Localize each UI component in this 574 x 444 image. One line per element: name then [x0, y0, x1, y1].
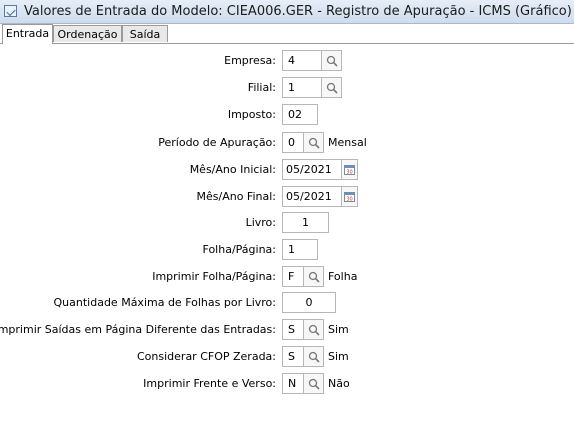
- folha-input[interactable]: 1: [282, 239, 318, 260]
- qtd-max-label: Quantidade Máxima de Folhas por Livro:: [53, 296, 276, 309]
- cfop-zerada-description: Sim: [328, 350, 349, 363]
- row-mes-final: Mês/Ano Final: 05/2021 30: [0, 186, 574, 208]
- search-icon: [308, 378, 320, 390]
- search-icon: [308, 137, 320, 149]
- row-qtd-max: Quantidade Máxima de Folhas por Livro: 0: [0, 292, 574, 314]
- imprimir-folha-input[interactable]: F: [282, 266, 304, 287]
- search-icon: [308, 324, 320, 336]
- row-imprimir-folha: Imprimir Folha/Página: F Folha: [0, 266, 574, 288]
- empresa-lookup-button[interactable]: [322, 50, 342, 71]
- calendar-icon: 30: [344, 192, 355, 202]
- search-icon: [326, 82, 338, 94]
- row-imposto: Imposto: 02: [0, 104, 574, 126]
- mes-final-calendar-button[interactable]: 30: [342, 186, 358, 207]
- frente-verso-description: Não: [328, 377, 350, 390]
- frente-verso-lookup-button[interactable]: [304, 373, 324, 394]
- svg-text:30: 30: [346, 197, 352, 202]
- title-bar[interactable]: Valores de Entrada do Modelo: CIEA006.GE…: [0, 0, 574, 24]
- tab-saida[interactable]: Saída: [122, 25, 168, 42]
- filial-label: Filial:: [247, 81, 276, 94]
- imprimir-folha-description: Folha: [328, 270, 358, 283]
- mes-inicial-label: Mês/Ano Inicial:: [189, 163, 276, 176]
- row-saidas-pagina: Imprimir Saídas em Página Diferente das …: [0, 319, 574, 341]
- saidas-pagina-lookup-button[interactable]: [304, 319, 324, 340]
- tab-entrada[interactable]: Entrada: [2, 24, 53, 44]
- row-mes-inicial: Mês/Ano Inicial: 05/2021 30: [0, 159, 574, 181]
- imprimir-folha-lookup-button[interactable]: [304, 266, 324, 287]
- frente-verso-input[interactable]: N: [282, 373, 304, 394]
- row-empresa: Empresa: 4: [0, 50, 574, 72]
- frente-verso-label: Imprimir Frente e Verso:: [143, 377, 276, 390]
- livro-input[interactable]: 1: [282, 212, 329, 233]
- window-title: Valores de Entrada do Modelo: CIEA006.GE…: [24, 4, 572, 19]
- imposto-label: Imposto:: [227, 108, 276, 121]
- search-icon: [308, 351, 320, 363]
- saidas-pagina-description: Sim: [328, 323, 349, 336]
- cfop-zerada-lookup-button[interactable]: [304, 346, 324, 367]
- saidas-pagina-input[interactable]: S: [282, 319, 304, 340]
- imprimir-folha-label: Imprimir Folha/Página:: [152, 270, 276, 283]
- imposto-input[interactable]: 02: [282, 104, 318, 125]
- row-folha: Folha/Página: 1: [0, 239, 574, 261]
- mes-final-input[interactable]: 05/2021: [282, 186, 342, 207]
- app-window-icon: [4, 5, 17, 17]
- mes-final-label: Mês/Ano Final:: [196, 190, 276, 203]
- mes-inicial-input[interactable]: 05/2021: [282, 159, 342, 180]
- row-frente-verso: Imprimir Frente e Verso: N Não: [0, 373, 574, 395]
- tab-ordenacao[interactable]: Ordenação: [53, 25, 122, 42]
- search-icon: [308, 271, 320, 283]
- periodo-description: Mensal: [328, 136, 367, 149]
- livro-label: Livro:: [245, 216, 276, 229]
- periodo-input[interactable]: 0: [282, 132, 304, 153]
- filial-lookup-button[interactable]: [322, 77, 342, 98]
- row-periodo: Período de Apuração: 0 Mensal: [0, 132, 574, 154]
- periodo-label: Período de Apuração:: [158, 136, 276, 149]
- saidas-pagina-label: Imprimir Saídas em Página Diferente das …: [0, 323, 276, 336]
- row-livro: Livro: 1: [0, 212, 574, 234]
- row-filial: Filial: 1: [0, 77, 574, 99]
- calendar-icon: 30: [344, 165, 355, 175]
- search-icon: [326, 55, 338, 67]
- mes-inicial-calendar-button[interactable]: 30: [342, 159, 358, 180]
- svg-text:30: 30: [346, 170, 352, 175]
- row-cfop-zerada: Considerar CFOP Zerada: S Sim: [0, 346, 574, 368]
- qtd-max-input[interactable]: 0: [282, 292, 336, 313]
- periodo-lookup-button[interactable]: [304, 132, 324, 153]
- empresa-input[interactable]: 4: [282, 50, 322, 71]
- filial-input[interactable]: 1: [282, 77, 322, 98]
- folha-label: Folha/Página:: [202, 243, 276, 256]
- cfop-zerada-input[interactable]: S: [282, 346, 304, 367]
- tab-strip: Entrada Ordenação Saída: [0, 24, 574, 44]
- cfop-zerada-label: Considerar CFOP Zerada:: [137, 350, 276, 363]
- empresa-label: Empresa:: [224, 54, 276, 67]
